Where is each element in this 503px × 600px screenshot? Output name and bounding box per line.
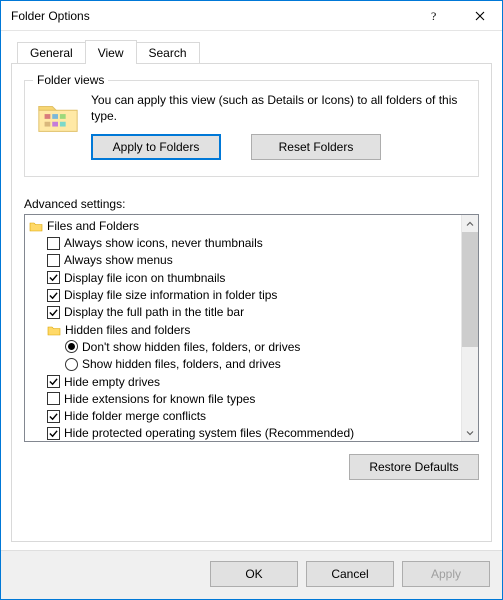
checkbox-icon [47,375,60,388]
titlebar: Folder Options ? [1,1,502,31]
checkbox-icon [47,271,60,284]
tree-item-radio[interactable]: Don't show hidden files, folders, or dri… [27,338,461,355]
tree-item-checkbox[interactable]: Hide folder merge conflicts [27,407,461,424]
tab-panel-view: Folder views You can apply this view (su… [11,63,492,542]
tree-item-checkbox[interactable]: Hide extensions for known file types [27,390,461,407]
svg-text:?: ? [431,10,436,22]
checkbox-icon [47,392,60,405]
tree-item-checkbox[interactable]: Hide protected operating system files (R… [27,425,461,441]
close-button[interactable] [457,1,502,30]
tree-item-checkbox[interactable]: Hide empty drives [27,373,461,390]
cancel-button[interactable]: Cancel [306,561,394,587]
scrollbar-thumb[interactable] [462,232,478,347]
folder-views-group: Folder views You can apply this view (su… [24,80,479,177]
checkbox-icon [47,306,60,319]
ok-button[interactable]: OK [210,561,298,587]
checkbox-icon [47,254,60,267]
tab-search[interactable]: Search [136,42,200,63]
tree-scrollbar[interactable] [461,215,478,441]
tree-item-checkbox[interactable]: Display file size information in folder … [27,286,461,303]
advanced-settings-tree: Files and Folders Always show icons, nev… [24,214,479,442]
close-icon [475,11,485,21]
checkbox-icon [47,237,60,250]
content-area: General View Search Folder views [1,31,502,550]
checkbox-icon [47,410,60,423]
advanced-settings-label: Advanced settings: [24,197,479,211]
radio-icon [65,358,78,371]
apply-button[interactable]: Apply [402,561,490,587]
tab-general[interactable]: General [17,42,86,63]
radio-icon [65,340,78,353]
folder-options-dialog: Folder Options ? General View Search Fol… [0,0,503,600]
chevron-up-icon [466,220,474,228]
folder-views-description: You can apply this view (such as Details… [91,93,468,124]
tree-item-checkbox[interactable]: Display the full path in the title bar [27,304,461,321]
help-icon: ? [430,10,440,22]
tree-viewport: Files and Folders Always show icons, nev… [25,215,461,441]
tree-group-hidden-files[interactable]: Hidden files and folders [27,321,461,338]
folder-icon [47,323,61,337]
dialog-button-bar: OK Cancel Apply [1,550,502,599]
apply-to-folders-button[interactable]: Apply to Folders [91,134,221,160]
tree-group-label: Files and Folders [47,219,139,233]
chevron-down-icon [466,429,474,437]
tree-group-files-folders[interactable]: Files and Folders [27,217,461,234]
tree-item-checkbox[interactable]: Always show icons, never thumbnails [27,234,461,251]
help-button[interactable]: ? [412,1,457,30]
tree-item-radio[interactable]: Show hidden files, folders, and drives [27,356,461,373]
window-title: Folder Options [11,9,412,23]
tab-view[interactable]: View [85,40,137,64]
scrollbar-down-button[interactable] [462,424,478,441]
scrollbar-up-button[interactable] [462,215,478,232]
restore-defaults-button[interactable]: Restore Defaults [349,454,479,480]
tree-group-label: Hidden files and folders [65,323,190,337]
tab-strip: General View Search [17,39,492,63]
checkbox-icon [47,289,60,302]
tree-item-checkbox[interactable]: Display file icon on thumbnails [27,269,461,286]
folder-views-title: Folder views [33,73,108,87]
tree-item-checkbox[interactable]: Always show menus [27,252,461,269]
folder-views-icon [35,93,81,139]
folder-icon [29,219,43,233]
checkbox-icon [47,427,60,440]
reset-folders-button[interactable]: Reset Folders [251,134,381,160]
